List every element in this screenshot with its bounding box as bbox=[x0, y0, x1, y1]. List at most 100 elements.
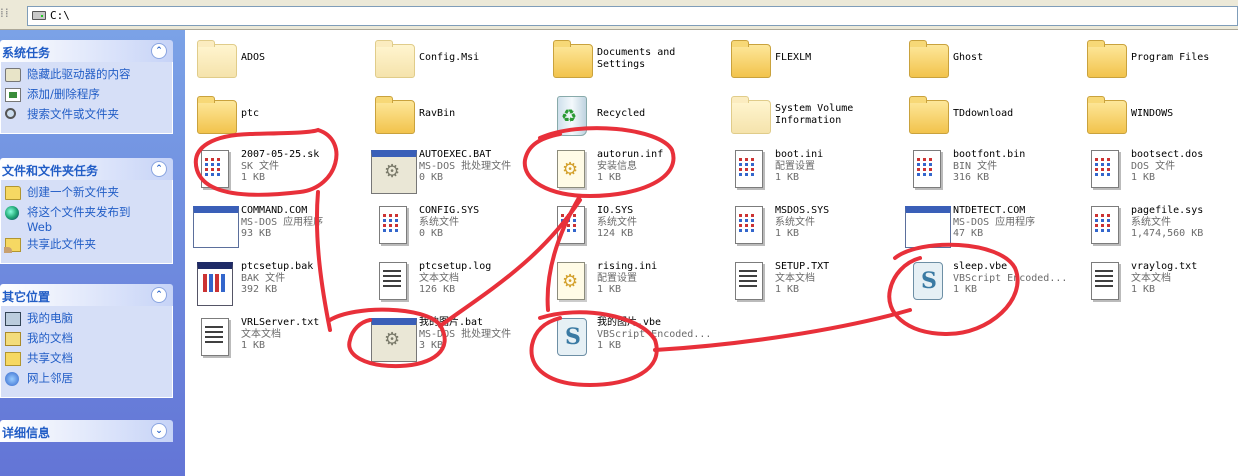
file-item[interactable]: vraylog.txt 文本文档 1 KB bbox=[1075, 258, 1238, 310]
file-item[interactable]: pagefile.sys 系统文件 1,474,560 KB bbox=[1075, 202, 1238, 254]
hide-drive-contents-link[interactable]: 隐藏此驱动器的内容 bbox=[5, 67, 168, 85]
file-name: vraylog.txt bbox=[1131, 261, 1198, 272]
collapse-chevron-icon[interactable]: ⌃ bbox=[151, 287, 167, 303]
address-path[interactable]: C:\ bbox=[50, 9, 70, 22]
file-item[interactable]: WINDOWS bbox=[1075, 92, 1238, 144]
file-name: TDdownload bbox=[953, 108, 1014, 119]
my-computer-link[interactable]: 我的电脑 bbox=[5, 311, 168, 329]
file-item[interactable]: ADOS bbox=[185, 36, 361, 88]
file-item[interactable]: bootfont.bin BIN 文件 316 KB bbox=[897, 146, 1073, 198]
file-size: 316 KB bbox=[953, 172, 990, 183]
collapse-chevron-icon[interactable]: ⌃ bbox=[151, 43, 167, 59]
file-name: System Volume bbox=[775, 103, 854, 114]
publish-to-web-link[interactable]: 将这个文件夹发布到 Web bbox=[5, 205, 168, 235]
batch-file-icon bbox=[367, 146, 417, 194]
toolbar-grip[interactable]: ⁞⁞ bbox=[0, 6, 26, 24]
file-label: rising.ini 配置设置 1 KB bbox=[597, 261, 657, 296]
file-tasks-panel: 文件和文件夹任务 ⌃ 创建一个新文件夹 将这个文件夹发布到 Web 共享此文件夹 bbox=[0, 158, 173, 264]
file-item[interactable]: CONFIG.SYS 系统文件 0 KB bbox=[363, 202, 539, 254]
file-item[interactable]: Config.Msi bbox=[363, 36, 539, 88]
file-item[interactable]: sleep.vbeVBScript Encoded...1 KB bbox=[897, 258, 1073, 310]
search-files-link[interactable]: 搜索文件或文件夹 bbox=[5, 107, 168, 125]
file-label: ptcsetup.bak BAK 文件 392 KB bbox=[241, 261, 313, 296]
file-item[interactable]: FLEXLM bbox=[719, 36, 895, 88]
vbscript-icon bbox=[901, 258, 951, 306]
file-item[interactable]: Recycled bbox=[541, 92, 717, 144]
file-item[interactable]: NTDETECT.COM MS-DOS 应用程序 47 KB bbox=[897, 202, 1073, 254]
file-item[interactable]: AUTOEXEC.BATMS-DOS 批处理文件0 KB bbox=[363, 146, 539, 198]
file-item[interactable]: Program Files bbox=[1075, 36, 1238, 88]
file-tasks-header[interactable]: 文件和文件夹任务 ⌃ bbox=[0, 158, 173, 180]
file-item[interactable]: SETUP.TXT 文本文档 1 KB bbox=[719, 258, 895, 310]
file-item[interactable]: boot.ini 配置设置 1 KB bbox=[719, 146, 895, 198]
file-name: bootsect.dos bbox=[1131, 149, 1204, 160]
file-label: CONFIG.SYS 系统文件 0 KB bbox=[419, 205, 479, 240]
file-type: 系统文件 bbox=[775, 216, 815, 228]
file-item[interactable]: VRLServer.txt 文本文档 1 KB bbox=[185, 314, 361, 366]
other-places-header[interactable]: 其它位置 ⌃ bbox=[0, 284, 173, 306]
address-field[interactable]: C:\ bbox=[27, 6, 1238, 26]
expand-chevron-icon[interactable]: ⌄ bbox=[151, 423, 167, 439]
file-item[interactable]: RavBin bbox=[363, 92, 539, 144]
folder-icon bbox=[367, 92, 417, 140]
file-type: 文本文档 bbox=[1131, 272, 1171, 284]
file-type: VBScript Encoded... bbox=[953, 272, 1068, 284]
folder-faint-icon bbox=[189, 36, 239, 84]
text-doc-icon bbox=[1079, 258, 1129, 306]
file-name: WINDOWS bbox=[1131, 108, 1174, 119]
collapse-chevron-icon[interactable]: ⌃ bbox=[151, 161, 167, 177]
file-item[interactable]: ptcsetup.bak BAK 文件 392 KB bbox=[185, 258, 361, 310]
folder-icon bbox=[901, 92, 951, 140]
details-header[interactable]: 详细信息 ⌄ bbox=[0, 420, 173, 442]
file-item[interactable]: 我的图片.batMS-DOS 批处理文件3 KB bbox=[363, 314, 539, 366]
file-item[interactable]: TDdownload bbox=[897, 92, 1073, 144]
text-doc-icon bbox=[189, 314, 239, 362]
system-tasks-title: 系统任务 bbox=[2, 46, 51, 60]
file-item[interactable]: ptc bbox=[185, 92, 361, 144]
add-remove-programs-link[interactable]: 添加/删除程序 bbox=[5, 87, 168, 105]
file-item[interactable]: Documents and Settings bbox=[541, 36, 717, 88]
file-item[interactable]: IO.SYS 系统文件 124 KB bbox=[541, 202, 717, 254]
share-folder-link[interactable]: 共享此文件夹 bbox=[4, 237, 168, 255]
file-item[interactable]: autorun.inf安装信息1 KB bbox=[541, 146, 717, 198]
file-size: 126 KB bbox=[419, 284, 456, 295]
file-item[interactable]: 我的图片.vbeVBScript Encoded...1 KB bbox=[541, 314, 717, 366]
file-label: FLEXLM bbox=[775, 52, 811, 64]
grid-doc-icon bbox=[1079, 202, 1129, 250]
file-item[interactable]: MSDOS.SYS 系统文件 1 KB bbox=[719, 202, 895, 254]
file-item[interactable]: 2007-05-25.sk SK 文件 1 KB bbox=[185, 146, 361, 198]
file-name: 我的图片.bat bbox=[419, 317, 484, 328]
file-item[interactable]: COMMAND.COM MS-DOS 应用程序 93 KB bbox=[185, 202, 361, 254]
file-size: 1,474,560 KB bbox=[1131, 228, 1204, 239]
file-name: ptc bbox=[241, 108, 260, 119]
file-item[interactable]: ptcsetup.log 文本文档 126 KB bbox=[363, 258, 539, 310]
app-window-icon bbox=[901, 202, 951, 250]
file-size: 1 KB bbox=[775, 172, 800, 183]
file-label: VRLServer.txt 文本文档 1 KB bbox=[241, 317, 319, 352]
file-size: 47 KB bbox=[953, 228, 984, 239]
file-item[interactable]: rising.ini配置设置1 KB bbox=[541, 258, 717, 310]
file-label: 我的图片.vbe VBScript Encoded... 1 KB bbox=[597, 317, 711, 352]
file-label: RavBin bbox=[419, 108, 455, 120]
details-title: 详细信息 bbox=[2, 426, 51, 440]
file-item[interactable]: System Volume Information bbox=[719, 92, 895, 144]
grid-doc-icon bbox=[723, 202, 773, 250]
shared-documents-link[interactable]: 共享文档 bbox=[5, 351, 168, 369]
file-name: sleep.vbe bbox=[953, 261, 1008, 272]
file-name: boot.ini bbox=[775, 149, 824, 160]
new-folder-link[interactable]: 创建一个新文件夹 bbox=[5, 185, 168, 203]
network-places-link[interactable]: 网上邻居 bbox=[5, 371, 168, 389]
file-size: 0 KB bbox=[419, 228, 444, 239]
file-item[interactable]: Ghost bbox=[897, 36, 1073, 88]
task-pane: 系统任务 ⌃ 隐藏此驱动器的内容 添加/删除程序 搜索文件或文件夹 文件和文件夹… bbox=[0, 30, 185, 476]
file-size: 1 KB bbox=[1131, 284, 1156, 295]
grid-doc-icon bbox=[189, 146, 239, 194]
my-documents-link[interactable]: 我的文档 bbox=[5, 331, 168, 349]
folder-icon bbox=[901, 36, 951, 84]
system-tasks-header[interactable]: 系统任务 ⌃ bbox=[0, 40, 173, 62]
file-item[interactable]: bootsect.dos DOS 文件 1 KB bbox=[1075, 146, 1238, 198]
file-label: bootfont.bin BIN 文件 316 KB bbox=[953, 149, 1025, 184]
file-name: Recycled bbox=[597, 108, 646, 119]
file-name: rising.ini bbox=[597, 261, 658, 272]
file-label: bootsect.dos DOS 文件 1 KB bbox=[1131, 149, 1203, 184]
